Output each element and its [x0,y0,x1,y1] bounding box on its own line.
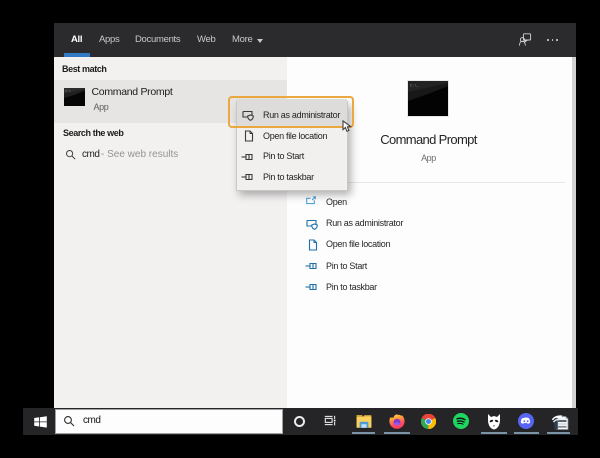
svg-text:C:\_: C:\_ [410,84,419,89]
svg-text:C:\: C:\ [65,89,71,93]
